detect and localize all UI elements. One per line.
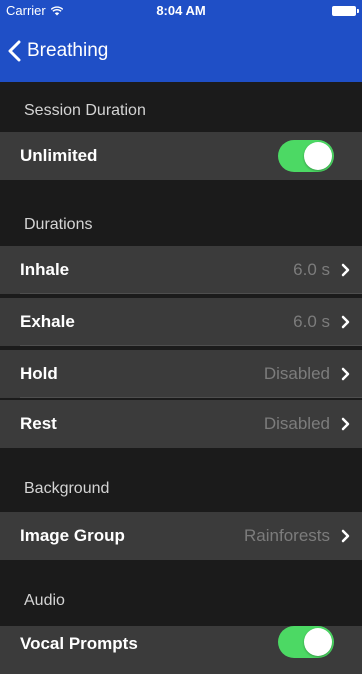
exhale-row[interactable]: Exhale 6.0 s — [0, 298, 362, 346]
unlimited-row: Unlimited — [0, 132, 362, 180]
hold-value: Disabled — [263, 364, 330, 383]
navigation-bar: Breathing — [0, 22, 362, 82]
section-title: Audio — [24, 592, 65, 609]
toggle-knob — [304, 142, 332, 170]
hold-row[interactable]: Hold Disabled — [0, 350, 362, 398]
hold-label: Hold — [20, 364, 58, 383]
inhale-label: Inhale — [20, 260, 70, 279]
vocal-prompts-row: Vocal Prompts — [0, 626, 362, 674]
row-separator — [20, 345, 362, 346]
chevron-right-icon — [341, 263, 350, 282]
section-header-session-duration: Session Duration — [0, 82, 362, 132]
rest-row[interactable]: Rest Disabled — [0, 400, 362, 448]
exhale-label: Exhale — [20, 312, 75, 331]
exhale-value: 6.0 s — [293, 312, 330, 331]
rest-value: Disabled — [263, 414, 330, 433]
chevron-right-icon — [341, 367, 350, 386]
battery-icon — [332, 6, 359, 16]
section-header-background: Background — [0, 448, 362, 512]
section-header-durations: Durations — [0, 180, 362, 246]
row-separator — [20, 293, 362, 294]
chevron-right-icon — [341, 315, 350, 334]
inhale-row[interactable]: Inhale 6.0 s — [0, 246, 362, 294]
section-title: Background — [24, 480, 110, 497]
unlimited-toggle[interactable] — [278, 140, 334, 172]
back-button[interactable]: Breathing — [8, 36, 108, 66]
vocal-prompts-label: Vocal Prompts — [20, 634, 138, 653]
rest-label: Rest — [20, 414, 57, 433]
row-separator — [20, 397, 362, 398]
chevron-right-icon — [341, 417, 350, 436]
back-label: Breathing — [27, 40, 109, 61]
image-group-value: Rainforests — [244, 526, 330, 545]
unlimited-label: Unlimited — [20, 146, 98, 165]
chevron-right-icon — [341, 529, 350, 548]
inhale-value: 6.0 s — [293, 260, 330, 279]
vocal-prompts-toggle[interactable] — [278, 626, 334, 658]
status-bar: Carrier 8:04 AM — [0, 0, 362, 22]
chevron-left-icon — [8, 40, 21, 62]
image-group-row[interactable]: Image Group Rainforests — [0, 512, 362, 560]
section-title: Session Duration — [24, 102, 146, 119]
toggle-knob — [304, 628, 332, 656]
section-title: Durations — [24, 216, 93, 233]
section-header-audio: Audio — [0, 560, 362, 626]
status-time: 8:04 AM — [156, 3, 206, 18]
image-group-label: Image Group — [20, 526, 125, 545]
